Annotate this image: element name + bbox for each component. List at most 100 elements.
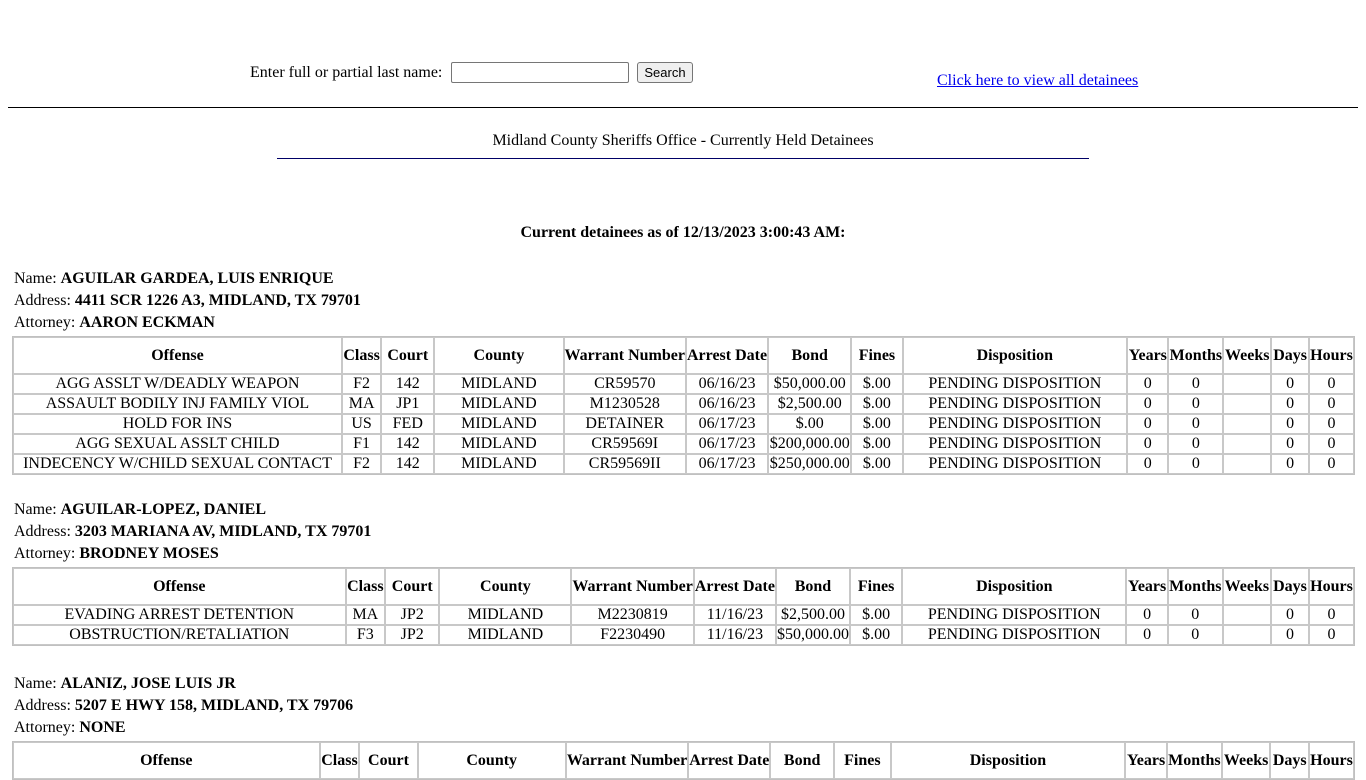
cell-days: 0 [1271,394,1310,414]
cell-months: 0 [1167,625,1223,645]
cell-class: MA [341,394,382,414]
cell-offense: AGG ASSLT W/DEADLY WEAPON [13,374,342,394]
title-underline [277,158,1089,159]
cell-warrant-number: M2230819 [571,605,694,625]
table-row: INDECENCY W/CHILD SEXUAL CONTACT F2 142 MID… [13,454,1354,474]
cell-hours: 0 [1309,625,1354,645]
table-row: OBSTRUCTION/RETALIATION F3 JP2 MIDLAND F2230… [13,625,1354,645]
column-header-class: Class [341,337,382,374]
cell-bond: $2,500.00 [768,394,852,414]
column-header-bond: Bond [770,742,834,779]
address-label: Address: [14,697,71,714]
cell-court: JP1 [381,394,435,414]
cell-bond: $2,500.00 [775,605,850,625]
cell-weeks [1223,414,1272,434]
column-header-fines: Fines [833,742,891,779]
last-name-search-input[interactable] [451,62,630,83]
column-header-bond: Bond [775,568,850,605]
cell-arrest-date: 06/16/23 [685,374,769,394]
column-header-years: Years [1126,568,1168,605]
detainee-record: Name: AGUILAR-LOPEZ, DANIEL Address: 320… [12,499,1355,646]
cell-years: 0 [1127,374,1169,394]
cell-county: MIDLAND [434,414,564,434]
cell-months: 0 [1168,434,1224,454]
name-line: Name: ALANIZ, JOSE LUIS JR [14,673,1355,695]
cell-warrant-number: M1230528 [563,394,686,414]
search-label: Enter full or partial last name: [250,63,443,81]
cell-warrant-number: CR59569I [563,434,686,454]
cell-months: 0 [1168,394,1224,414]
detainee-name: ALANIZ, JOSE LUIS JR [60,675,236,692]
charges-table: Offense Class Court County Warrant Number Arr… [12,741,1355,780]
cell-days: 0 [1271,374,1310,394]
cell-county: MIDLAND [439,625,572,645]
column-header-disposition: Disposition [902,337,1128,374]
detainee-address: 5207 E HWY 158, MIDLAND, TX 79706 [74,697,354,714]
cell-county: MIDLAND [434,434,564,454]
cell-bond: $250,000.00 [768,454,852,474]
cell-offense: EVADING ARREST DETENTION [13,605,346,625]
detainee-attorney: NONE [79,719,126,736]
column-header-months: Months [1167,568,1223,605]
detainee-attorney: BRODNEY MOSES [79,545,219,562]
column-header-months: Months [1166,742,1222,779]
address-label: Address: [14,292,71,309]
name-line: Name: AGUILAR-LOPEZ, DANIEL [14,499,1355,521]
cell-county: MIDLAND [439,605,572,625]
detainee-address: 4411 SCR 1226 A3, MIDLAND, TX 79701 [74,292,361,309]
attorney-line: Attorney: AARON ECKMAN [14,312,1355,334]
charges-header-row: Offense Class Court County Warrant Number Arr… [13,742,1354,779]
cell-class: MA [345,605,386,625]
cell-warrant-number: CR59570 [563,374,686,394]
cell-years: 0 [1126,625,1168,645]
cell-hours: 0 [1309,414,1354,434]
cell-warrant-number: CR59569II [563,454,686,474]
column-header-bond: Bond [768,337,852,374]
cell-disposition: PENDING DISPOSITION [902,605,1127,625]
table-row: EVADING ARREST DETENTION MA JP2 MIDLAND M223… [13,605,1354,625]
cell-weeks [1222,625,1271,645]
column-header-months: Months [1168,337,1224,374]
column-header-weeks: Weeks [1223,337,1272,374]
search-button[interactable]: Search [637,62,693,83]
column-header-offense: Offense [13,337,342,374]
cell-arrest-date: 06/17/23 [685,454,769,474]
cell-disposition: PENDING DISPOSITION [902,434,1128,454]
address-line: Address: 5207 E HWY 158, MIDLAND, TX 797… [14,695,1355,717]
cell-days: 0 [1271,414,1310,434]
column-header-warrant-number: Warrant Number [571,568,694,605]
table-row: AGG ASSLT W/DEADLY WEAPON F2 142 MIDLAND CR5… [13,374,1354,394]
cell-court: FED [381,414,435,434]
column-header-class: Class [345,568,386,605]
cell-offense: HOLD FOR INS [13,414,342,434]
cell-court: 142 [381,374,435,394]
cell-hours: 0 [1309,394,1354,414]
charges-header-row: Offense Class Court County Warrant Number Arr… [13,568,1354,605]
cell-bond: $50,000.00 [768,374,852,394]
detainee-name: AGUILAR GARDEA, LUIS ENRIQUE [60,270,334,287]
view-all-detainees-link[interactable]: Click here to view all detainees [937,72,1138,90]
table-row: AGG SEXUAL ASSLT CHILD F1 142 MIDLAND CR5956… [13,434,1354,454]
cell-hours: 0 [1309,605,1354,625]
cell-offense: OBSTRUCTION/RETALIATION [13,625,346,645]
column-header-arrest-date: Arrest Date [685,337,769,374]
column-header-court: Court [381,337,435,374]
column-header-hours: Hours [1308,742,1354,779]
cell-arrest-date: 06/16/23 [685,394,769,414]
column-header-court: Court [359,742,418,779]
cell-months: 0 [1168,414,1224,434]
cell-days: 0 [1270,605,1309,625]
cell-offense: ASSAULT BODILY INJ FAMILY VIOL [13,394,342,414]
cell-hours: 0 [1309,374,1354,394]
cell-years: 0 [1127,454,1169,474]
search-bar: Enter full or partial last name: Search [250,62,693,83]
cell-days: 0 [1271,434,1310,454]
cell-bond: $.00 [768,414,852,434]
cell-bond: $50,000.00 [775,625,850,645]
cell-offense: AGG SEXUAL ASSLT CHILD [13,434,342,454]
charges-table: Offense Class Court County Warrant Number Arr… [12,336,1355,475]
cell-days: 0 [1270,625,1309,645]
cell-class: F2 [341,454,382,474]
attorney-label: Attorney: [14,314,76,331]
column-header-disposition: Disposition [902,568,1127,605]
